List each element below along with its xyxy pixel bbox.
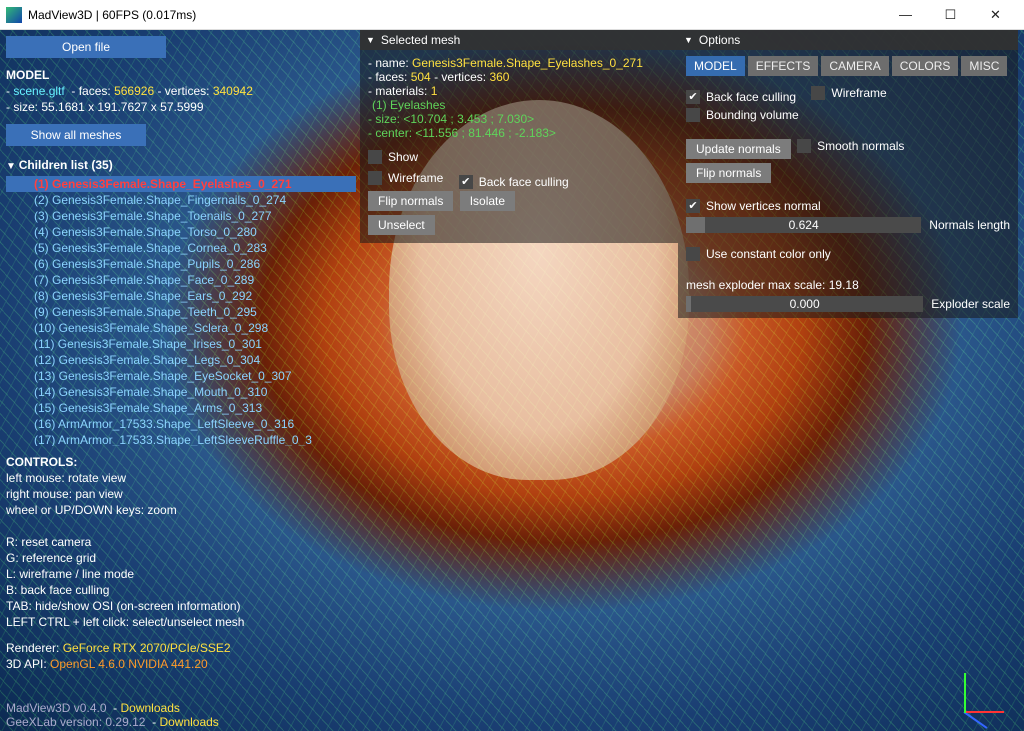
exploder-header: mesh exploder max scale: 19.18 <box>686 278 1010 292</box>
options-tab-colors[interactable]: COLORS <box>892 56 959 76</box>
opt-bounding-volume-checkbox[interactable]: Bounding volume <box>686 108 799 122</box>
opt-bfc-checkbox[interactable]: Back face culling <box>686 90 796 104</box>
app-downloads-link[interactable]: Downloads <box>121 701 180 715</box>
children-item[interactable]: (4) Genesis3Female.Shape_Torso_0_280 <box>6 224 356 240</box>
selected-mesh-title[interactable]: Selected mesh <box>360 30 678 50</box>
children-item[interactable]: (6) Genesis3Female.Shape_Pupils_0_286 <box>6 256 356 272</box>
selmesh-wireframe-checkbox[interactable]: Wireframe <box>368 171 443 185</box>
update-normals-button[interactable]: Update normals <box>686 139 791 159</box>
children-item[interactable]: (16) ArmArmor_17533.Shape_LeftSleeve_0_3… <box>6 416 356 432</box>
exploder-scale-slider[interactable]: 0.000 Exploder scale <box>686 296 1010 312</box>
selmesh-name: Genesis3Female.Shape_Eyelashes_0_271 <box>412 56 643 70</box>
children-item[interactable]: (10) Genesis3Female.Shape_Sclera_0_298 <box>6 320 356 336</box>
show-all-meshes-button[interactable]: Show all meshes <box>6 124 146 146</box>
renderer-value: GeForce RTX 2070/PCIe/SSE2 <box>63 641 231 655</box>
options-tab-camera[interactable]: CAMERA <box>821 56 888 76</box>
scene-file: scene.gltf <box>13 84 64 98</box>
options-tab-misc[interactable]: MISC <box>961 56 1007 76</box>
children-item[interactable]: (8) Genesis3Female.Shape_Ears_0_292 <box>6 288 356 304</box>
children-item[interactable]: (13) Genesis3Female.Shape_EyeSocket_0_30… <box>6 368 356 384</box>
selmesh-size: <10.704 ; 3.453 ; 7.030> <box>403 112 534 126</box>
controls-line: wheel or UP/DOWN keys: zoom <box>6 503 366 517</box>
model-vertices: 340942 <box>213 84 253 98</box>
model-faces: 566926 <box>114 84 154 98</box>
children-item[interactable]: (5) Genesis3Female.Shape_Cornea_0_283 <box>6 240 356 256</box>
children-item[interactable]: (9) Genesis3Female.Shape_Teeth_0_295 <box>6 304 356 320</box>
controls-line: R: reset camera <box>6 535 366 549</box>
open-file-button[interactable]: Open file <box>6 36 166 58</box>
children-item[interactable]: (3) Genesis3Female.Shape_Toenails_0_277 <box>6 208 356 224</box>
selected-mesh-panel: Selected mesh - name: Genesis3Female.Sha… <box>360 30 678 243</box>
opt-constant-color-checkbox[interactable]: Use constant color only <box>686 247 831 261</box>
children-item[interactable]: (7) Genesis3Female.Shape_Face_0_289 <box>6 272 356 288</box>
controls-line: G: reference grid <box>6 551 366 565</box>
window-titlebar: MadView3D | 60FPS (0.017ms) — ☐ ✕ <box>0 0 1024 30</box>
controls-help: CONTROLS: left mouse: rotate view right m… <box>6 453 366 671</box>
controls-header: CONTROLS: <box>6 455 366 469</box>
controls-line: TAB: hide/show OSI (on-screen informatio… <box>6 599 366 613</box>
app-icon <box>6 7 22 23</box>
children-item[interactable]: (17) ArmArmor_17533.Shape_LeftSleeveRuff… <box>6 432 356 446</box>
material-item: (1) Eyelashes <box>368 98 670 112</box>
controls-line: L: wireframe / line mode <box>6 567 366 581</box>
model-info-panel: Open file MODEL - scene.gltf - faces: 56… <box>6 36 356 446</box>
axes-gizmo <box>954 663 1014 723</box>
children-tree[interactable]: (1) Genesis3Female.Shape_Eyelashes_0_271… <box>6 176 356 446</box>
controls-line <box>6 519 366 533</box>
children-item[interactable]: (2) Genesis3Female.Shape_Fingernails_0_2… <box>6 192 356 208</box>
options-tabs: MODELEFFECTSCAMERACOLORSMISC <box>686 56 1010 76</box>
children-list-header[interactable]: Children list (35) <box>6 158 356 172</box>
children-item[interactable]: (11) Genesis3Female.Shape_Irises_0_301 <box>6 336 356 352</box>
controls-line: right mouse: pan view <box>6 487 366 501</box>
children-item[interactable]: (15) Genesis3Female.Shape_Arms_0_313 <box>6 400 356 416</box>
selmesh-isolate-button[interactable]: Isolate <box>460 191 515 211</box>
children-item[interactable]: (12) Genesis3Female.Shape_Legs_0_304 <box>6 352 356 368</box>
controls-line: LEFT CTRL + left click: select/unselect … <box>6 615 366 629</box>
close-button[interactable]: ✕ <box>973 1 1018 29</box>
options-tab-model[interactable]: MODEL <box>686 56 745 76</box>
window-title: MadView3D | 60FPS (0.017ms) <box>28 8 883 22</box>
viewport-3d[interactable]: Open file MODEL - scene.gltf - faces: 56… <box>0 30 1024 731</box>
selmesh-center: <11.556 ; 81.446 ; -2.183> <box>415 126 556 140</box>
opt-smooth-normals-checkbox[interactable]: Smooth normals <box>797 139 904 153</box>
opt-wireframe-checkbox[interactable]: Wireframe <box>811 86 886 100</box>
minimize-button[interactable]: — <box>883 1 928 29</box>
opt-flip-normals-button[interactable]: Flip normals <box>686 163 771 183</box>
api-value: OpenGL 4.6.0 NVIDIA 441.20 <box>50 657 208 671</box>
maximize-button[interactable]: ☐ <box>928 1 973 29</box>
options-panel: Options MODELEFFECTSCAMERACOLORSMISC Bac… <box>678 30 1018 318</box>
model-header: MODEL <box>6 68 356 82</box>
model-size: 55.1681 x 191.7627 x 57.5999 <box>41 100 203 114</box>
options-title[interactable]: Options <box>678 30 1018 50</box>
opt-show-vertex-normals-checkbox[interactable]: Show vertices normal <box>686 199 821 213</box>
options-tab-effects[interactable]: EFFECTS <box>748 56 819 76</box>
children-item[interactable]: (14) Genesis3Female.Shape_Mouth_0_310 <box>6 384 356 400</box>
controls-line: left mouse: rotate view <box>6 471 366 485</box>
selmesh-unselect-button[interactable]: Unselect <box>368 215 435 235</box>
normals-length-slider[interactable]: 0.624 Normals length <box>686 217 1010 233</box>
children-item[interactable]: (1) Genesis3Female.Shape_Eyelashes_0_271 <box>6 176 356 192</box>
controls-line: B: back face culling <box>6 583 366 597</box>
selmesh-flip-normals-button[interactable]: Flip normals <box>368 191 453 211</box>
selmesh-bfc-checkbox[interactable]: Back face culling <box>459 175 569 189</box>
geexlab-downloads-link[interactable]: Downloads <box>159 715 218 729</box>
footer-info: MadView3D v0.4.0 - Downloads GeeXLab ver… <box>6 701 219 729</box>
selmesh-show-checkbox[interactable]: Show <box>368 150 418 164</box>
